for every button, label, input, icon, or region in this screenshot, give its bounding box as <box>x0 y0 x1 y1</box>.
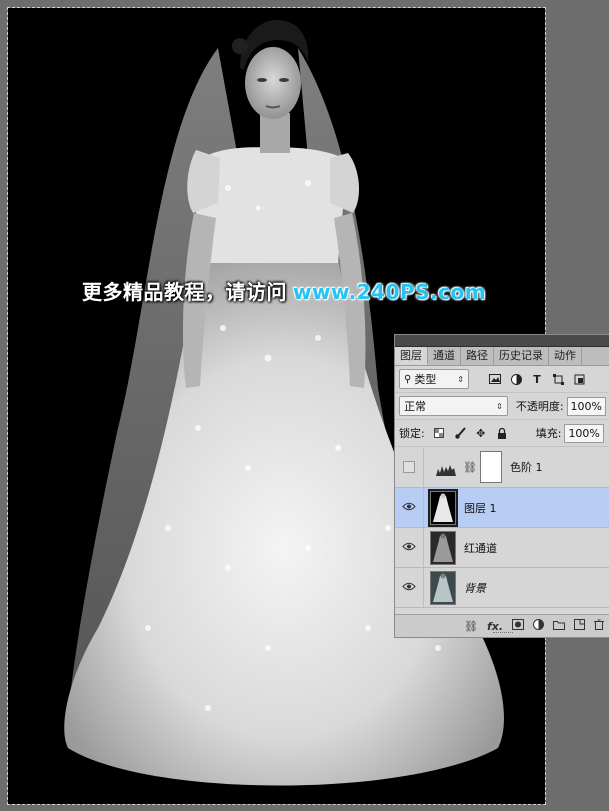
fx-icon[interactable]: fx. <box>487 620 503 633</box>
fill-label: 填充: <box>535 427 562 440</box>
lock-position-icon[interactable]: ✥ <box>473 425 489 441</box>
chevron-updown-icon: ⇕ <box>496 401 503 411</box>
adjustment-filter-icon[interactable] <box>508 371 524 387</box>
trash-icon[interactable] <box>594 619 604 633</box>
resize-grip[interactable] <box>492 632 513 636</box>
panel-titlebar[interactable] <box>395 335 609 347</box>
filter-kind-select[interactable]: ⚲ 类型 ⇕ <box>399 369 469 389</box>
mask-icon[interactable] <box>512 619 524 633</box>
search-icon: ⚲ <box>404 373 412 385</box>
type-filter-icon[interactable]: T <box>529 371 545 387</box>
panel-tabs: 图层 通道 路径 历史记录 动作 <box>395 347 609 366</box>
layer-row-levels[interactable]: ⛓ 色阶 1 <box>395 447 609 488</box>
adjustment-icon[interactable] <box>533 619 544 633</box>
layer-row-red-channel[interactable]: 红通道 <box>395 528 609 568</box>
lock-all-icon[interactable] <box>494 425 510 441</box>
lock-brush-icon[interactable] <box>452 425 468 441</box>
visibility-toggle[interactable] <box>395 488 424 527</box>
new-layer-icon[interactable] <box>574 619 585 633</box>
watermark-cn: 更多精品教程，请访问 <box>82 280 287 304</box>
fill-input[interactable]: 100% <box>564 423 604 443</box>
lock-transparent-icon[interactable] <box>431 425 447 441</box>
tab-paths[interactable]: 路径 <box>461 347 494 365</box>
chevron-updown-icon: ⇕ <box>457 374 464 384</box>
eye-icon <box>402 501 416 514</box>
watermark-url: www.240PS.com <box>293 280 487 304</box>
layer-name: 背景 <box>464 581 486 595</box>
blend-mode-value: 正常 <box>404 400 426 413</box>
layer-thumbnail[interactable] <box>430 570 456 605</box>
layers-panel: 图层 通道 路径 历史记录 动作 ⚲ 类型 ⇕ T 正常 ⇕ 不透明度: 100… <box>394 334 609 638</box>
levels-histogram-icon <box>432 457 460 477</box>
link-icon[interactable]: ⛓ <box>464 620 478 633</box>
layers-bottom-toolbar: ⛓ fx. <box>395 614 609 637</box>
eye-icon <box>402 581 416 594</box>
layer-name: 图层 1 <box>464 501 497 515</box>
filter-kind-label: 类型 <box>414 373 437 386</box>
photoshop-workspace: 更多精品教程，请访问 www.240PS.com 图层 通道 路径 历史记录 动作… <box>0 0 609 811</box>
opacity-input[interactable]: 100% <box>566 396 606 416</box>
layer-thumbnail[interactable] <box>430 530 456 565</box>
lock-label: 锁定: <box>399 427 425 440</box>
image-filter-icon[interactable] <box>487 371 503 387</box>
filter-row: ⚲ 类型 ⇕ T <box>395 366 609 393</box>
opacity-label: 不透明度: <box>515 400 564 413</box>
shape-filter-icon[interactable] <box>550 371 566 387</box>
lock-row: 锁定: ✥ 填充: 100% <box>395 420 609 447</box>
tab-layers[interactable]: 图层 <box>395 347 428 365</box>
tab-history[interactable]: 历史记录 <box>494 347 549 365</box>
visibility-toggle[interactable] <box>395 568 424 607</box>
tab-actions[interactable]: 动作 <box>549 347 582 365</box>
visibility-toggle[interactable] <box>395 447 424 487</box>
folder-icon[interactable] <box>553 620 565 633</box>
tab-channels[interactable]: 通道 <box>428 347 461 365</box>
smart-object-filter-icon[interactable] <box>571 371 587 387</box>
layer-name: 红通道 <box>464 541 497 555</box>
layer-name: 色阶 1 <box>509 461 543 474</box>
link-chain-icon[interactable]: ⛓ <box>463 461 477 474</box>
eye-icon <box>402 541 416 554</box>
layer-row-background[interactable]: 背景 <box>395 568 609 608</box>
layer-mask-thumbnail[interactable] <box>479 451 502 483</box>
visibility-toggle[interactable] <box>395 528 424 567</box>
layer-row-layer1[interactable]: 图层 1 <box>395 488 609 528</box>
layer-thumbnail[interactable] <box>428 488 458 527</box>
hidden-checkbox <box>403 461 415 473</box>
blend-mode-select[interactable]: 正常 ⇕ <box>399 396 508 416</box>
blend-row: 正常 ⇕ 不透明度: 100% <box>395 393 609 420</box>
watermark-text: 更多精品教程，请访问 www.240PS.com <box>82 276 486 305</box>
